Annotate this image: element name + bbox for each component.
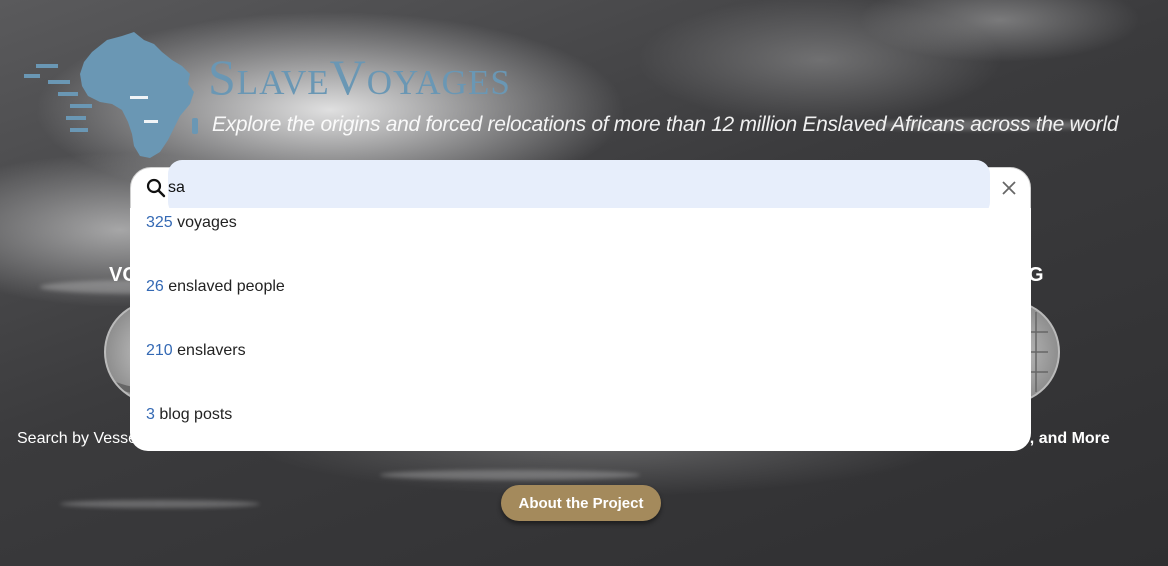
result-enslaved-people[interactable]: 26 enslaved people [146, 278, 285, 296]
africa-map-logo-icon[interactable] [22, 30, 202, 162]
search-results-dropdown: 325 voyages 26 enslaved people 210 ensla… [130, 208, 1031, 451]
result-count: 3 [146, 406, 155, 423]
voyages-caption: Search by Vesse [17, 430, 138, 447]
result-label: enslavers [177, 342, 246, 359]
result-label: blog posts [159, 406, 233, 423]
site-tagline: Explore the origins and forced relocatio… [212, 113, 1119, 136]
about-project-button[interactable]: About the Project [501, 485, 661, 521]
clear-search-button[interactable] [996, 175, 1022, 201]
close-icon [1002, 181, 1016, 195]
result-count: 26 [146, 278, 164, 295]
site-title[interactable]: SlaveVoyages [208, 44, 511, 110]
result-enslavers[interactable]: 210 enslavers [146, 342, 246, 360]
result-label: voyages [177, 214, 237, 231]
result-voyages[interactable]: 325 voyages [146, 214, 237, 232]
search-input[interactable] [168, 178, 968, 198]
result-count: 325 [146, 214, 173, 231]
result-blog-posts[interactable]: 3 blog posts [146, 406, 232, 424]
result-count: 210 [146, 342, 173, 359]
search-icon [146, 178, 166, 198]
result-label: enslaved people [168, 278, 285, 295]
